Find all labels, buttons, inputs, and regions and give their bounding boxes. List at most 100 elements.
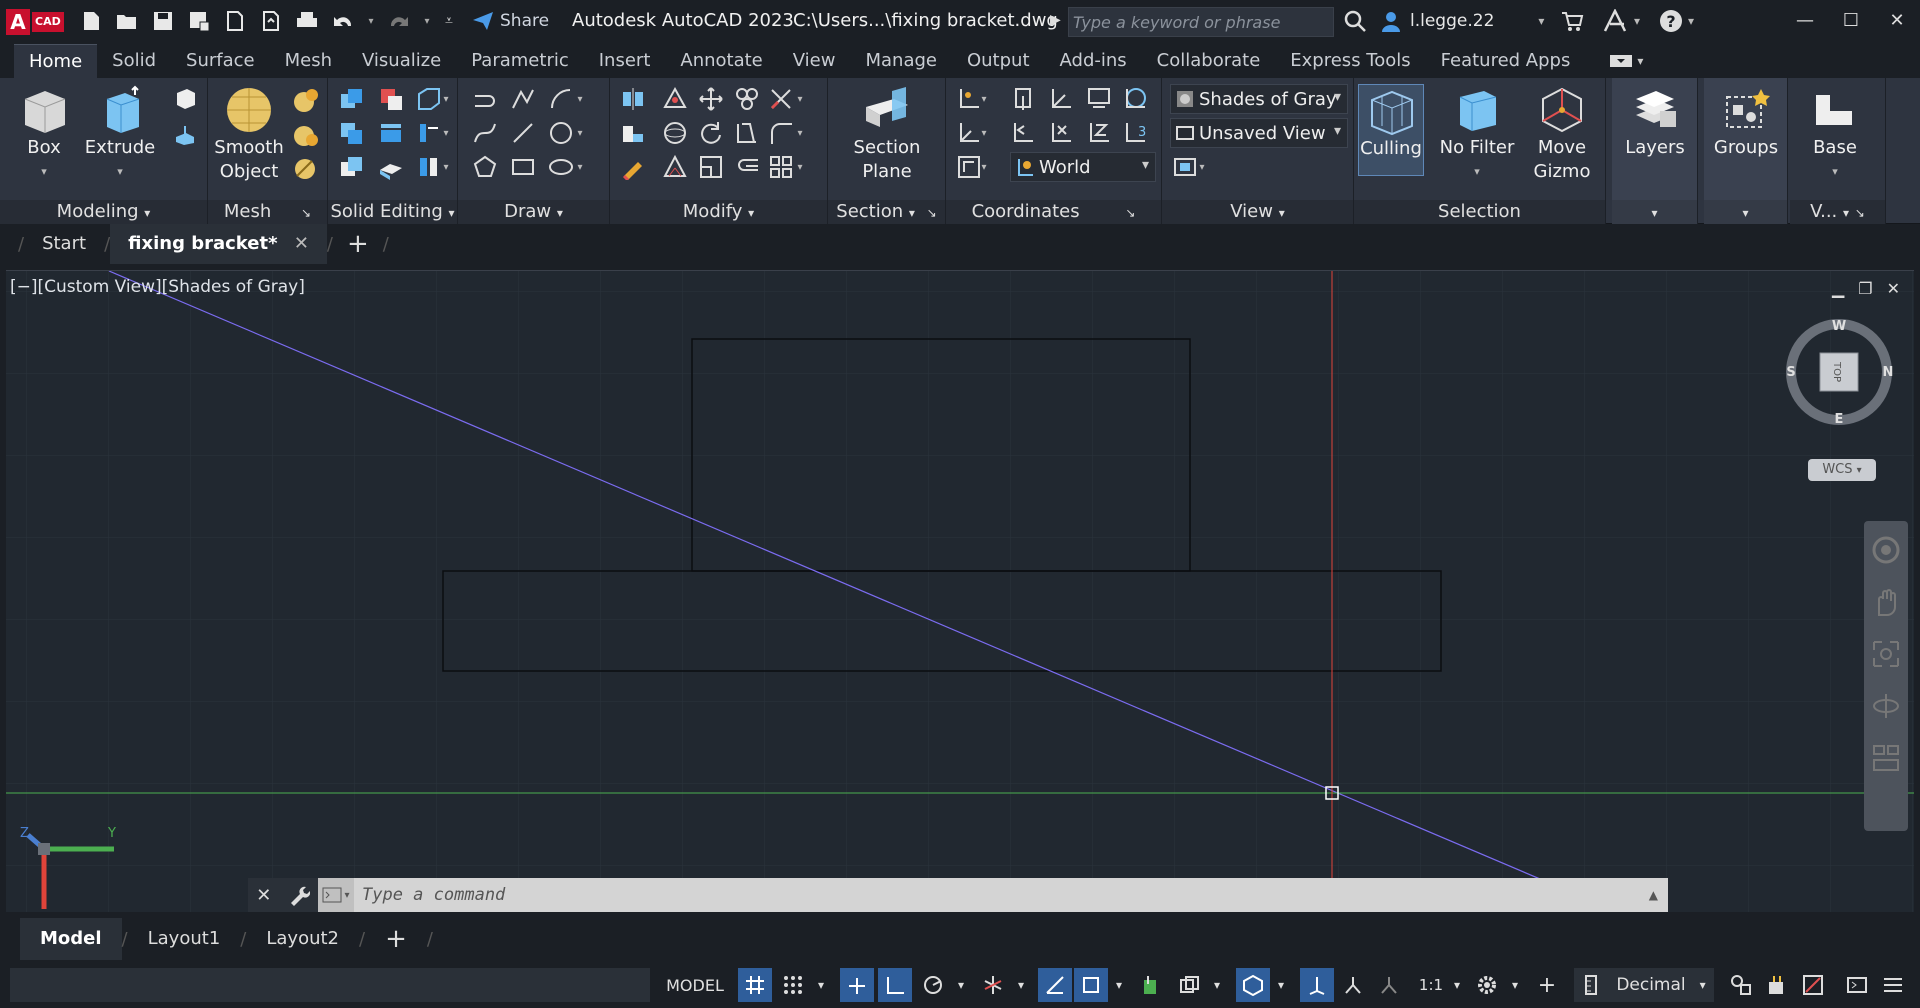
- ucs-z-axis-icon[interactable]: [1084, 118, 1114, 148]
- zoom-extents-icon[interactable]: [1871, 639, 1901, 669]
- 3d-align-icon[interactable]: [660, 84, 690, 114]
- tab-collaborate[interactable]: Collaborate: [1142, 44, 1276, 78]
- new-layout-icon[interactable]: +: [365, 918, 427, 960]
- solid-editing-panel-title[interactable]: Solid Editing ▾: [328, 200, 457, 224]
- gizmo-icon[interactable]: [1372, 968, 1406, 1002]
- isodraft-icon[interactable]: [976, 968, 1010, 1002]
- smooth-object-button[interactable]: Smooth Object: [214, 84, 284, 184]
- 3d-rotate-icon[interactable]: [660, 118, 690, 148]
- undo-dropdown-icon[interactable]: ▾: [366, 8, 376, 34]
- undo-icon[interactable]: [330, 8, 356, 34]
- new-file-icon[interactable]: [78, 8, 104, 34]
- a360-dropdown-icon[interactable]: ▾: [1634, 14, 1640, 28]
- save-icon[interactable]: [150, 8, 176, 34]
- mesh-panel-title[interactable]: Mesh ↘: [208, 200, 327, 224]
- compass-n[interactable]: N: [1883, 365, 1894, 380]
- ribbon-toggle-button[interactable]: ▾: [1609, 44, 1643, 78]
- help-icon[interactable]: ?: [1658, 8, 1684, 34]
- tab-featured-apps[interactable]: Featured Apps: [1426, 44, 1586, 78]
- layers-button[interactable]: Layers: [1618, 84, 1692, 160]
- arc-dropdown-icon[interactable]: ▾: [574, 84, 586, 114]
- scale-icon[interactable]: [696, 152, 726, 182]
- polar-tracking-icon[interactable]: [916, 968, 950, 1002]
- draw-panel-title[interactable]: Draw ▾: [458, 200, 609, 224]
- presspull-icon[interactable]: [170, 84, 200, 114]
- compass-s[interactable]: S: [1786, 365, 1795, 380]
- polysolid-icon[interactable]: [170, 120, 200, 150]
- refine-mesh-icon[interactable]: [290, 154, 320, 184]
- object-snap-dropdown-icon[interactable]: ▾: [1110, 968, 1128, 1002]
- tab-express-tools[interactable]: Express Tools: [1275, 44, 1425, 78]
- visual-style-dropdown[interactable]: Shades of Gray ▾: [1170, 84, 1348, 114]
- doc-tab-start[interactable]: Start: [24, 224, 104, 264]
- lineweight-icon[interactable]: [1134, 968, 1168, 1002]
- snap-mode-icon[interactable]: [776, 968, 810, 1002]
- command-input[interactable]: Type a command: [362, 885, 1649, 905]
- open-folder-icon[interactable]: [114, 8, 140, 34]
- separate-dropdown-icon[interactable]: ▾: [440, 152, 452, 182]
- rectangle-icon[interactable]: [508, 152, 538, 182]
- extrude-dropdown-icon[interactable]: ▾: [117, 160, 123, 184]
- no-filter-dropdown-icon[interactable]: ▾: [1474, 160, 1480, 184]
- layers-expand[interactable]: ▾: [1612, 200, 1697, 224]
- search-icon[interactable]: [1343, 9, 1367, 33]
- redo-dropdown-icon[interactable]: ▾: [422, 8, 432, 34]
- ucs-world-dropdown-icon[interactable]: ▾: [978, 152, 990, 182]
- drawing-canvas[interactable]: [6, 271, 1914, 912]
- culling-button[interactable]: Culling: [1358, 84, 1424, 176]
- offset-icon[interactable]: [732, 152, 762, 182]
- modeling-panel-title[interactable]: Modeling ▾: [0, 200, 207, 224]
- units-selector[interactable]: Decimal ▾: [1574, 968, 1714, 1002]
- mirror-icon[interactable]: [618, 84, 648, 114]
- chevron-right-icon[interactable]: ▶: [1050, 12, 1061, 28]
- cart-icon[interactable]: [1560, 10, 1584, 32]
- share-button[interactable]: Share: [472, 11, 549, 31]
- close-tab-icon[interactable]: ✕: [294, 233, 309, 254]
- ucs-icon-dropdown-icon[interactable]: ▾: [978, 84, 990, 114]
- ortho-mode-icon[interactable]: [878, 968, 912, 1002]
- workspace-gear-icon[interactable]: [1470, 968, 1504, 1002]
- command-close-icon[interactable]: ✕: [256, 885, 271, 906]
- customize-qat-icon[interactable]: ⩡: [442, 8, 456, 34]
- autodesk-a360-icon[interactable]: [1602, 9, 1630, 33]
- doc-tab-fixing-bracket[interactable]: fixing bracket* ✕: [110, 224, 327, 264]
- annotation-scale-dropdown-icon[interactable]: ▾: [1448, 968, 1466, 1002]
- ucs-object-icon[interactable]: [1084, 84, 1114, 114]
- trim-icon[interactable]: [766, 84, 796, 114]
- circle-icon[interactable]: [546, 118, 576, 148]
- array-icon[interactable]: [732, 84, 762, 114]
- box-dropdown-icon[interactable]: ▾: [41, 160, 47, 184]
- app-logo[interactable]: A CAD: [6, 8, 68, 36]
- arc-icon[interactable]: [546, 84, 576, 114]
- viewcube[interactable]: TOP N S W E: [1784, 317, 1894, 427]
- ucs-named-icon[interactable]: [1120, 84, 1150, 114]
- polar-dropdown-icon[interactable]: ▾: [952, 968, 970, 1002]
- viewport-minimize-icon[interactable]: ▁: [1832, 279, 1844, 298]
- lock-ui-icon[interactable]: [1760, 968, 1794, 1002]
- steering-wheel-icon[interactable]: [1871, 535, 1901, 565]
- new-tab-icon[interactable]: +: [333, 224, 383, 264]
- annotation-scale[interactable]: 1:1: [1414, 968, 1448, 1002]
- selection-cycling-dropdown-icon[interactable]: ▾: [1208, 968, 1226, 1002]
- tab-parametric[interactable]: Parametric: [456, 44, 583, 78]
- named-view-dropdown[interactable]: Unsaved View ▾: [1170, 118, 1348, 148]
- move-icon[interactable]: [696, 84, 726, 114]
- ucs-origin-dropdown-icon[interactable]: ▾: [978, 118, 990, 148]
- extrude-button[interactable]: Extrude ▾: [84, 84, 156, 184]
- stretch-icon[interactable]: [732, 118, 762, 148]
- save-as-icon[interactable]: [186, 8, 212, 34]
- wcs-menu[interactable]: WCS ▾: [1808, 459, 1876, 481]
- intersect-icon[interactable]: [336, 118, 366, 148]
- help-dropdown-icon[interactable]: ▾: [1688, 14, 1694, 28]
- minimize-icon[interactable]: —: [1782, 0, 1828, 40]
- viewport-controls-label[interactable]: [−][Custom View][Shades of Gray]: [10, 277, 305, 297]
- base-button[interactable]: Base ▾: [1800, 84, 1870, 184]
- tab-manage[interactable]: Manage: [850, 44, 952, 78]
- viewport-close-icon[interactable]: ✕: [1887, 279, 1900, 298]
- extract-edges-icon[interactable]: [376, 118, 406, 148]
- tab-solid[interactable]: Solid: [97, 44, 171, 78]
- spline-icon[interactable]: [470, 118, 500, 148]
- open-web-icon[interactable]: [222, 8, 248, 34]
- ucs-previous-icon[interactable]: [1008, 118, 1038, 148]
- clean-screen-icon[interactable]: [1840, 968, 1874, 1002]
